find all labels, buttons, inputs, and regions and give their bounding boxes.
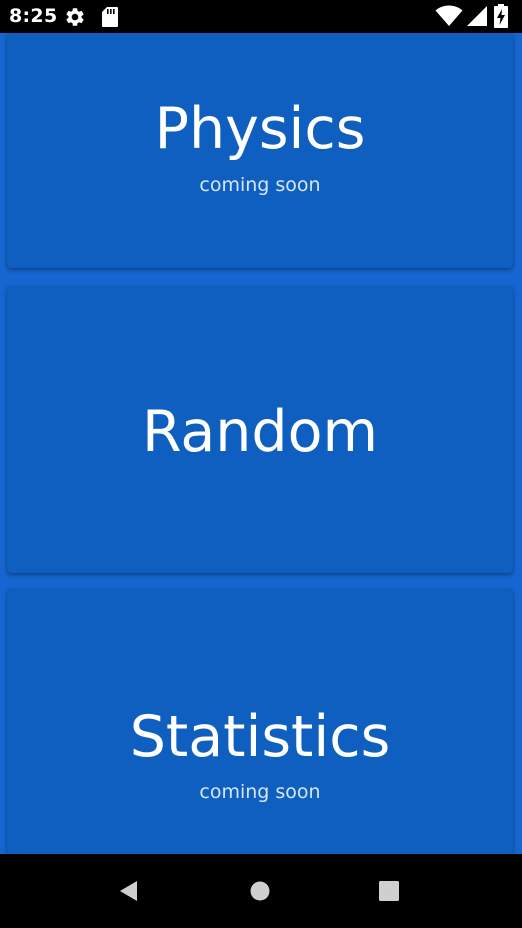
card-title: Physics — [154, 96, 366, 162]
battery-charging-icon — [494, 4, 508, 33]
card-physics[interactable]: Physics coming soon — [7, 33, 513, 268]
card-subtitle: coming soon — [199, 174, 321, 196]
card-title: Statistics — [129, 704, 391, 770]
home-button[interactable] — [243, 874, 277, 908]
back-button[interactable] — [112, 874, 146, 908]
sd-card-icon — [101, 6, 119, 33]
signal-icon — [466, 5, 488, 32]
card-subtitle: coming soon — [199, 781, 321, 803]
home-icon — [250, 881, 270, 901]
recents-button[interactable] — [372, 874, 406, 908]
card-statistics[interactable]: Statistics coming soon — [7, 589, 513, 854]
card-random[interactable]: Random — [7, 286, 513, 573]
gear-icon — [64, 6, 86, 33]
category-list: Physics coming soon Random Statistics co… — [0, 33, 522, 854]
navigation-bar — [0, 854, 522, 928]
card-title: Random — [142, 399, 378, 465]
status-time: 8:25 — [9, 5, 58, 27]
recents-icon — [379, 881, 399, 901]
back-icon — [120, 881, 137, 901]
wifi-icon — [435, 5, 463, 32]
status-bar: 8:25 — [0, 0, 522, 33]
